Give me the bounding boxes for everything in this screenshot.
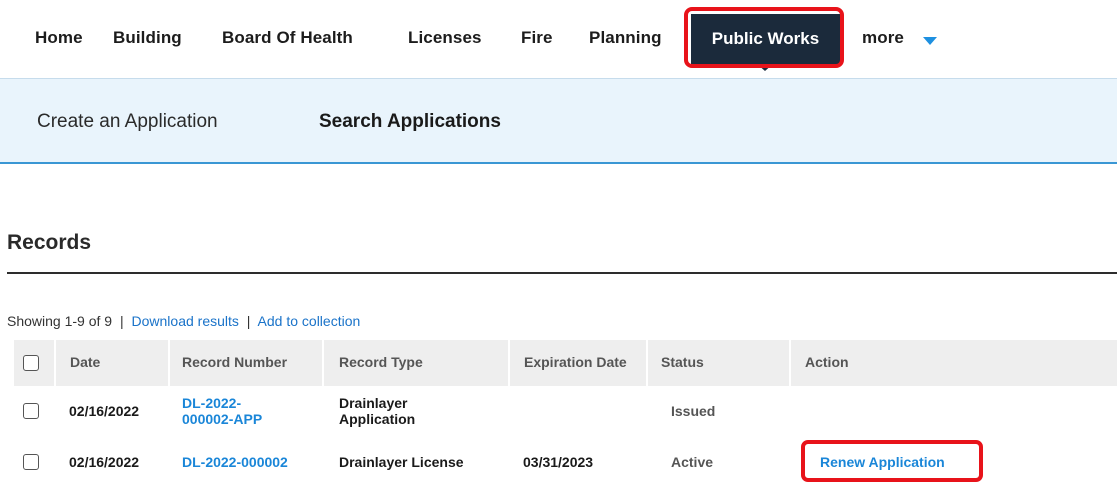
nav-planning[interactable]: Planning [589, 28, 662, 48]
create-application-link[interactable]: Create an Application [37, 111, 218, 133]
column-date[interactable]: Date [70, 354, 100, 370]
add-to-collection-link[interactable]: Add to collection [258, 313, 361, 329]
column-record-type[interactable]: Record Type [339, 354, 423, 370]
record-date: 02/16/2022 [69, 454, 140, 470]
caret-down-icon[interactable] [923, 37, 937, 45]
nav-home[interactable]: Home [35, 28, 83, 48]
column-divider [168, 340, 170, 386]
renew-application-link[interactable]: Renew Application [820, 454, 945, 470]
table-row: 02/16/2022 DL-2022-000002-APP Drainlayer… [14, 386, 1117, 436]
results-summary: Showing 1-9 of 9 | Download results | Ad… [7, 313, 360, 329]
nav-licenses[interactable]: Licenses [408, 28, 482, 48]
record-type: Drainlayer Application [339, 395, 416, 427]
column-record-number[interactable]: Record Number [182, 354, 287, 370]
records-heading: Records [7, 231, 92, 254]
select-all-checkbox[interactable] [23, 355, 39, 371]
record-status: Issued [671, 403, 716, 419]
row-checkbox[interactable] [23, 403, 39, 419]
column-divider [789, 340, 791, 386]
showing-count: Showing 1-9 of 9 [7, 313, 113, 329]
download-results-link[interactable]: Download results [132, 313, 239, 329]
column-divider [508, 340, 510, 386]
nav-more[interactable]: more [862, 28, 904, 48]
expiration-date: 03/31/2023 [523, 454, 594, 470]
nav-board-of-health[interactable]: Board Of Health [222, 28, 353, 48]
column-divider [646, 340, 648, 386]
table-row: 02/16/2022 DL-2022-000002 Drainlayer Lic… [14, 440, 1117, 478]
record-type: Drainlayer License [339, 454, 464, 470]
record-status: Active [671, 454, 714, 470]
nav-fire[interactable]: Fire [521, 28, 553, 48]
records-divider [7, 272, 1117, 274]
separator: | [246, 313, 251, 329]
sub-navigation: Create an Application Search Application… [0, 78, 1117, 164]
nav-public-works[interactable]: Public Works [691, 14, 840, 71]
column-divider [54, 340, 56, 386]
nav-public-works-label: Public Works [711, 29, 820, 48]
table-header: Date Record Number Record Type Expiratio… [14, 340, 1117, 386]
row-checkbox[interactable] [23, 454, 39, 470]
record-number-link[interactable]: DL-2022-000002-APP [182, 395, 292, 427]
active-tab-pointer [757, 64, 773, 71]
record-number-link[interactable]: DL-2022-000002 [182, 454, 288, 470]
column-divider [322, 340, 324, 386]
column-expiration-date[interactable]: Expiration Date [524, 354, 627, 370]
column-status[interactable]: Status [661, 354, 704, 370]
separator: | [119, 313, 124, 329]
nav-building[interactable]: Building [113, 28, 182, 48]
search-applications-link[interactable]: Search Applications [319, 111, 501, 133]
record-date: 02/16/2022 [69, 403, 140, 419]
column-action: Action [805, 354, 849, 370]
top-navigation: Home Building Board Of Health Licenses F… [0, 0, 1117, 78]
